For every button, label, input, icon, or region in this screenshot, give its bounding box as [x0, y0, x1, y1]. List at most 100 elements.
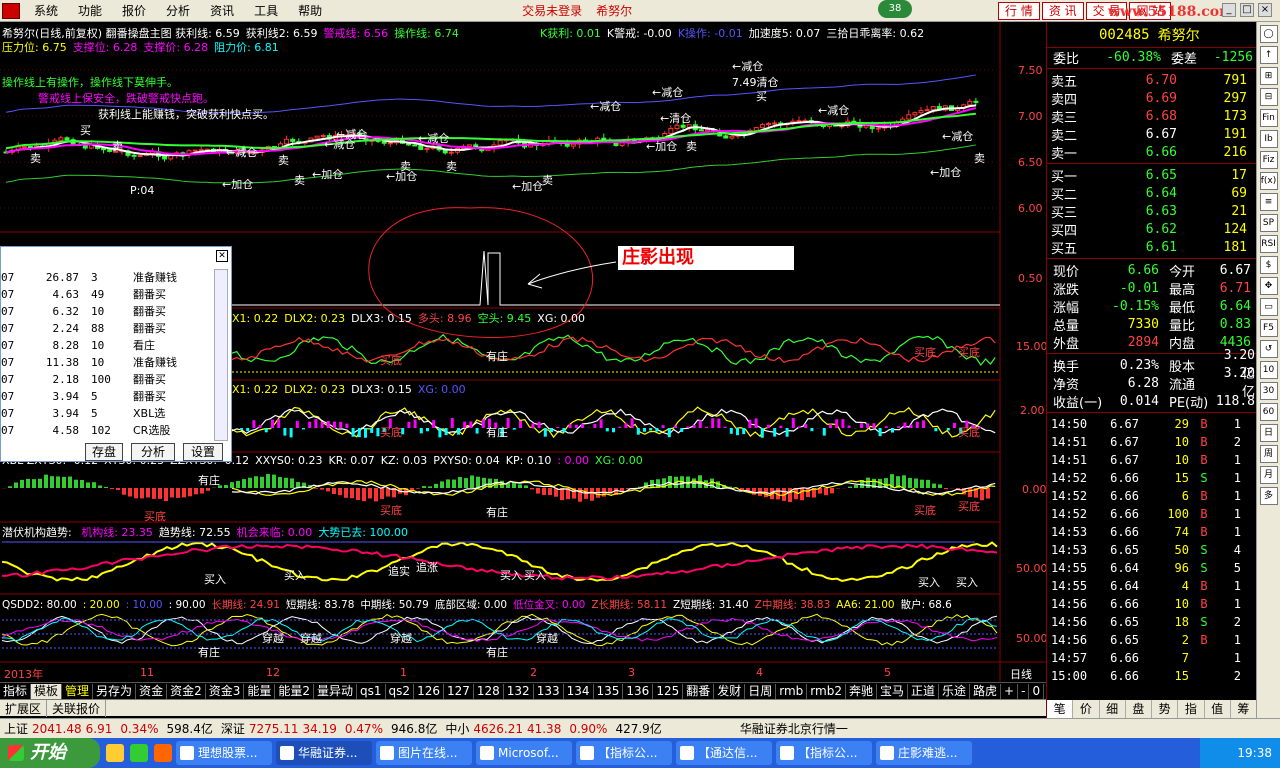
quote-tab[interactable]: 指: [1178, 700, 1205, 718]
order-book-row[interactable]: 买三 6.63 21: [1047, 202, 1256, 221]
popup-row[interactable]: 07 4.58 102 CR选股: [1, 422, 213, 439]
tick-row[interactable]: 14:57 6.66 7 1: [1047, 649, 1256, 667]
menu-help[interactable]: 帮助: [288, 0, 332, 22]
taskbar-task[interactable]: 图片在线...: [376, 741, 472, 765]
indicator-tab[interactable]: 135: [594, 683, 624, 699]
tool-icon[interactable]: ↑: [1259, 46, 1278, 64]
indicator-tab[interactable]: -: [1018, 683, 1030, 699]
analyze-button[interactable]: 分析: [131, 443, 175, 461]
taskbar-task[interactable]: 理想股票...: [176, 741, 272, 765]
quicklaunch-icon[interactable]: [106, 744, 124, 762]
popup-list[interactable]: 07 26.87 3 准备赚钱 07 4.63 49 翻番买 07 6.32 10 翻番买 07 2.24…: [1, 269, 213, 439]
notification-badge[interactable]: 38: [878, 0, 912, 18]
close-button[interactable]: ×: [1258, 3, 1272, 17]
tool-icon[interactable]: $: [1259, 256, 1278, 274]
menu-system[interactable]: 系统: [24, 0, 68, 22]
tool-icon[interactable]: Fiz: [1259, 151, 1278, 169]
tab-news[interactable]: 资 讯: [1041, 2, 1084, 20]
taskbar-task[interactable]: 【通达信...: [676, 741, 772, 765]
order-book-row[interactable]: 卖四 6.69 297: [1047, 89, 1256, 108]
tool-icon[interactable]: ✥: [1259, 277, 1278, 295]
indicator-tab[interactable]: 资金2: [167, 683, 206, 699]
order-book-row[interactable]: 买四 6.62 124: [1047, 220, 1256, 239]
indicator-tab[interactable]: 资金3: [206, 683, 245, 699]
taskbar-task[interactable]: 华融证券...: [276, 741, 372, 765]
tick-list[interactable]: 14:50 6.67 29 B 1 14:51 6.67 10 B 2 14:51 6.67 10 B 1 1…: [1047, 415, 1256, 685]
indicator-tab[interactable]: qs2: [386, 683, 415, 699]
tick-row[interactable]: 14:52 6.66 15 S 1: [1047, 469, 1256, 487]
indicator-tab[interactable]: 日周: [745, 683, 777, 699]
popup-row[interactable]: 07 4.63 49 翻番买: [1, 286, 213, 303]
quicklaunch-icon[interactable]: [154, 744, 172, 762]
indicator-tab[interactable]: 量异动: [314, 683, 358, 699]
indicator-tab[interactable]: qs1: [357, 683, 386, 699]
tab-extension-area[interactable]: 扩展区: [0, 699, 48, 717]
start-button[interactable]: 开始: [0, 738, 100, 768]
indicator-tab[interactable]: 能量2: [275, 683, 315, 699]
tick-row[interactable]: 14:56 6.65 2 B 1: [1047, 631, 1256, 649]
indicator-tab[interactable]: 宝马: [877, 683, 908, 699]
tool-icon[interactable]: Ib: [1259, 130, 1278, 148]
tick-row[interactable]: 14:50 6.67 29 B 1: [1047, 415, 1256, 433]
tick-row[interactable]: 14:52 6.66 100 B 1: [1047, 505, 1256, 523]
menu-analysis[interactable]: 分析: [156, 0, 200, 22]
popup-row[interactable]: 07 6.32 10 翻番买: [1, 303, 213, 320]
popup-row[interactable]: 07 11.38 10 准备赚钱: [1, 354, 213, 371]
indicator-tab[interactable]: 126: [414, 683, 444, 699]
tick-row[interactable]: 14:53 6.66 74 B 1: [1047, 523, 1256, 541]
indicator-tab[interactable]: 模板: [31, 683, 63, 699]
tool-icon[interactable]: ⊟: [1259, 88, 1278, 106]
tool-icon[interactable]: Fin: [1259, 109, 1278, 127]
taskbar-task[interactable]: 【指标公...: [576, 741, 672, 765]
tool-icon[interactable]: RSI: [1259, 235, 1278, 253]
tick-row[interactable]: 14:51 6.67 10 B 2: [1047, 433, 1256, 451]
quote-tab[interactable]: 势: [1152, 700, 1179, 718]
quote-tab[interactable]: 笔: [1047, 700, 1074, 718]
tool-icon[interactable]: 10: [1259, 361, 1278, 379]
tool-icon[interactable]: 日: [1259, 424, 1278, 442]
indicator-tab[interactable]: 134: [564, 683, 594, 699]
indicator-tab[interactable]: 133: [534, 683, 564, 699]
stock-selection-popup[interactable]: ✕ 07 26.87 3 准备赚钱 07 4.63 49 翻番买 07 6.32 10 翻番买 07 2.…: [0, 246, 232, 462]
order-book-row[interactable]: 卖五 6.70 791: [1047, 71, 1256, 90]
indicator-tab[interactable]: 125: [653, 683, 684, 699]
popup-close-button[interactable]: ✕: [216, 250, 228, 262]
popup-row[interactable]: 07 2.24 88 翻番买: [1, 320, 213, 337]
tool-icon[interactable]: ⊞: [1259, 67, 1278, 85]
tick-row[interactable]: 14:56 6.65 18 S 2: [1047, 613, 1256, 631]
indicator-tab[interactable]: 136: [623, 683, 654, 699]
order-book-row[interactable]: 买一 6.65 17: [1047, 166, 1256, 185]
popup-row[interactable]: 07 2.18 100 翻番买: [1, 371, 213, 388]
taskbar-task[interactable]: 【指标公...: [776, 741, 872, 765]
tool-icon[interactable]: 月: [1259, 466, 1278, 484]
maximize-button[interactable]: □: [1240, 3, 1254, 17]
tool-icon[interactable]: 30: [1259, 382, 1278, 400]
tick-row[interactable]: 14:55 6.64 96 S 5: [1047, 559, 1256, 577]
tab-related-quote[interactable]: 关联报价: [47, 699, 107, 717]
tool-icon[interactable]: SP: [1259, 214, 1278, 232]
indicator-tab[interactable]: 正道: [908, 683, 940, 699]
tick-row[interactable]: 14:52 6.66 6 B 1: [1047, 487, 1256, 505]
indicator-tab[interactable]: +: [1001, 683, 1019, 699]
indicator-tab[interactable]: 路虎: [970, 683, 1002, 699]
popup-row[interactable]: 07 26.87 3 准备赚钱: [1, 269, 213, 286]
popup-row[interactable]: 07 3.94 5 翻番买: [1, 388, 213, 405]
order-book-row[interactable]: 卖二 6.67 191: [1047, 125, 1256, 144]
popup-row[interactable]: 07 8.28 10 看庄: [1, 337, 213, 354]
order-book-row[interactable]: 买二 6.64 69: [1047, 184, 1256, 203]
popup-scrollbar[interactable]: [214, 269, 228, 441]
indicator-tab[interactable]: 指标: [0, 683, 32, 699]
chart-area[interactable]: 希努尔(日线,前复权) 翻番操盘主图 获利线: 6.59 获利线2: 6.59 警戒…: [0, 22, 1048, 682]
quicklaunch-icon[interactable]: [130, 744, 148, 762]
tool-icon[interactable]: 60: [1259, 403, 1278, 421]
tick-row[interactable]: 14:55 6.64 4 B 1: [1047, 577, 1256, 595]
tool-icon[interactable]: ↺: [1259, 340, 1278, 358]
taskbar-task[interactable]: Microsof...: [476, 741, 572, 765]
indicator-tab[interactable]: 128: [474, 683, 504, 699]
tab-market[interactable]: 行 情: [998, 2, 1040, 20]
tool-icon[interactable]: 多: [1259, 487, 1278, 505]
order-book-row[interactable]: 买五 6.61 181: [1047, 238, 1256, 257]
quote-tab[interactable]: 值: [1205, 700, 1231, 718]
tool-icon[interactable]: ≡: [1259, 193, 1278, 211]
settings-button[interactable]: 设置: [183, 443, 223, 461]
